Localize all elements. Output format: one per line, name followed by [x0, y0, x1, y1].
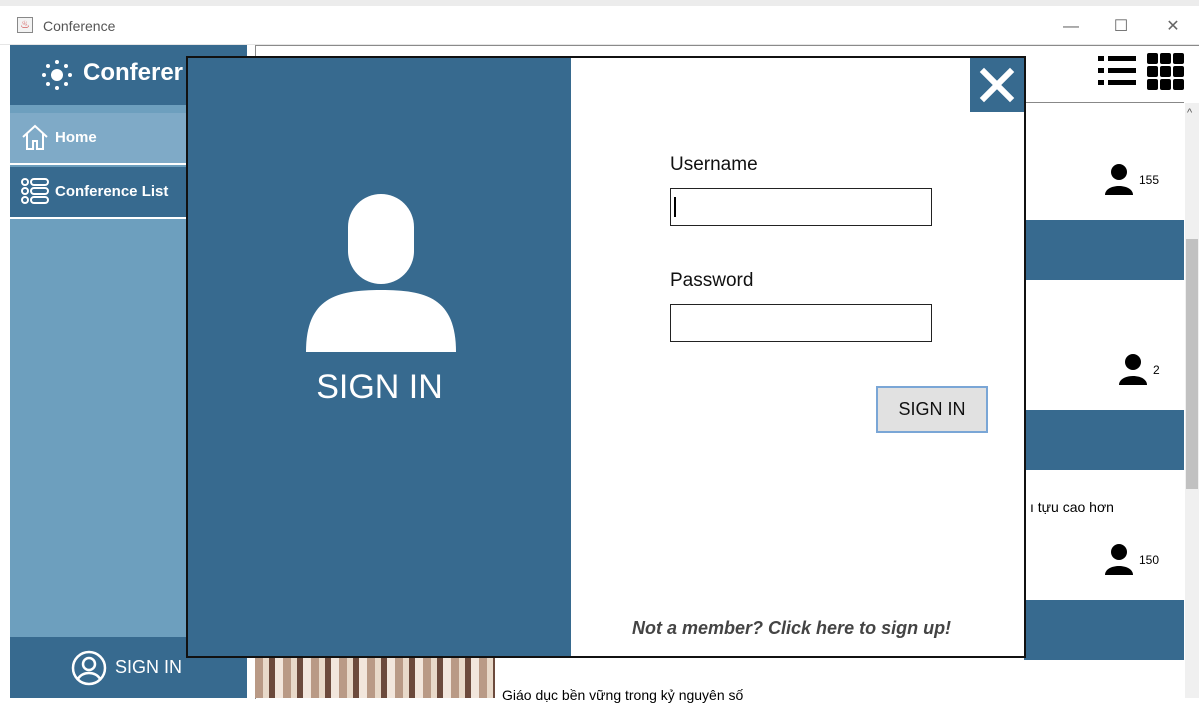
- maximize-button[interactable]: ☐: [1098, 10, 1144, 44]
- signin-dialog: SIGN IN Username Password SIGN IN Not a …: [186, 56, 1026, 658]
- username-input[interactable]: [670, 188, 932, 226]
- user-circle-icon: [70, 649, 108, 692]
- scroll-up-icon[interactable]: ^: [1187, 107, 1192, 119]
- toolbar-divider: [1024, 102, 1184, 103]
- window-titlebar: ♨ Conference — ☐ ✕: [0, 0, 1199, 45]
- attendee-icon: [1118, 353, 1148, 390]
- attendee-icon: [1104, 163, 1134, 200]
- conference-thumbnail[interactable]: [255, 657, 495, 698]
- sidebar-item-label: Conference List: [55, 183, 169, 200]
- window-top-edge: [0, 0, 1199, 6]
- close-icon: [970, 67, 1024, 116]
- attendee-count: 2: [1153, 363, 1160, 377]
- card-header-band: [1024, 410, 1184, 470]
- username-label: Username: [670, 154, 758, 175]
- minimize-button[interactable]: —: [1048, 10, 1094, 44]
- app-logo-text: Conferer: [83, 59, 184, 86]
- conference-title[interactable]: Giáo dục bền vững trong kỷ nguyên số: [502, 687, 743, 703]
- java-app-icon: ♨: [17, 17, 33, 33]
- text-caret: [674, 197, 676, 217]
- password-label: Password: [670, 270, 754, 291]
- attendee-count: 150: [1139, 553, 1160, 567]
- card-snippet-text: ı tựu cao hơn: [1030, 499, 1114, 515]
- signin-dialog-title: SIGN IN: [316, 368, 443, 406]
- home-icon: [20, 122, 50, 156]
- sidebar-signin-label: SIGN IN: [115, 657, 183, 677]
- user-avatar-icon: [306, 194, 456, 357]
- scrollbar-thumb[interactable]: [1186, 239, 1198, 489]
- signin-dialog-banner: SIGN IN: [188, 58, 571, 656]
- attendee-count: 155: [1139, 173, 1160, 187]
- list-view-icon[interactable]: [1098, 52, 1138, 95]
- window-close-button[interactable]: ✕: [1150, 10, 1196, 44]
- dialog-close-button[interactable]: [970, 58, 1024, 112]
- list-icon: [20, 176, 50, 210]
- conference-logo-icon: [40, 58, 74, 97]
- sidebar-item-label: Home: [55, 129, 97, 146]
- signup-link[interactable]: Not a member? Click here to sign up!: [632, 618, 951, 639]
- password-input[interactable]: [670, 304, 932, 342]
- signin-submit-button[interactable]: SIGN IN: [876, 386, 988, 433]
- grid-view-icon[interactable]: [1146, 52, 1186, 95]
- card-header-band: [1024, 220, 1184, 280]
- window-title: Conference: [43, 18, 116, 34]
- vertical-scrollbar[interactable]: ^: [1185, 103, 1199, 698]
- card-header-band: [1024, 600, 1184, 660]
- attendee-icon: [1104, 543, 1134, 580]
